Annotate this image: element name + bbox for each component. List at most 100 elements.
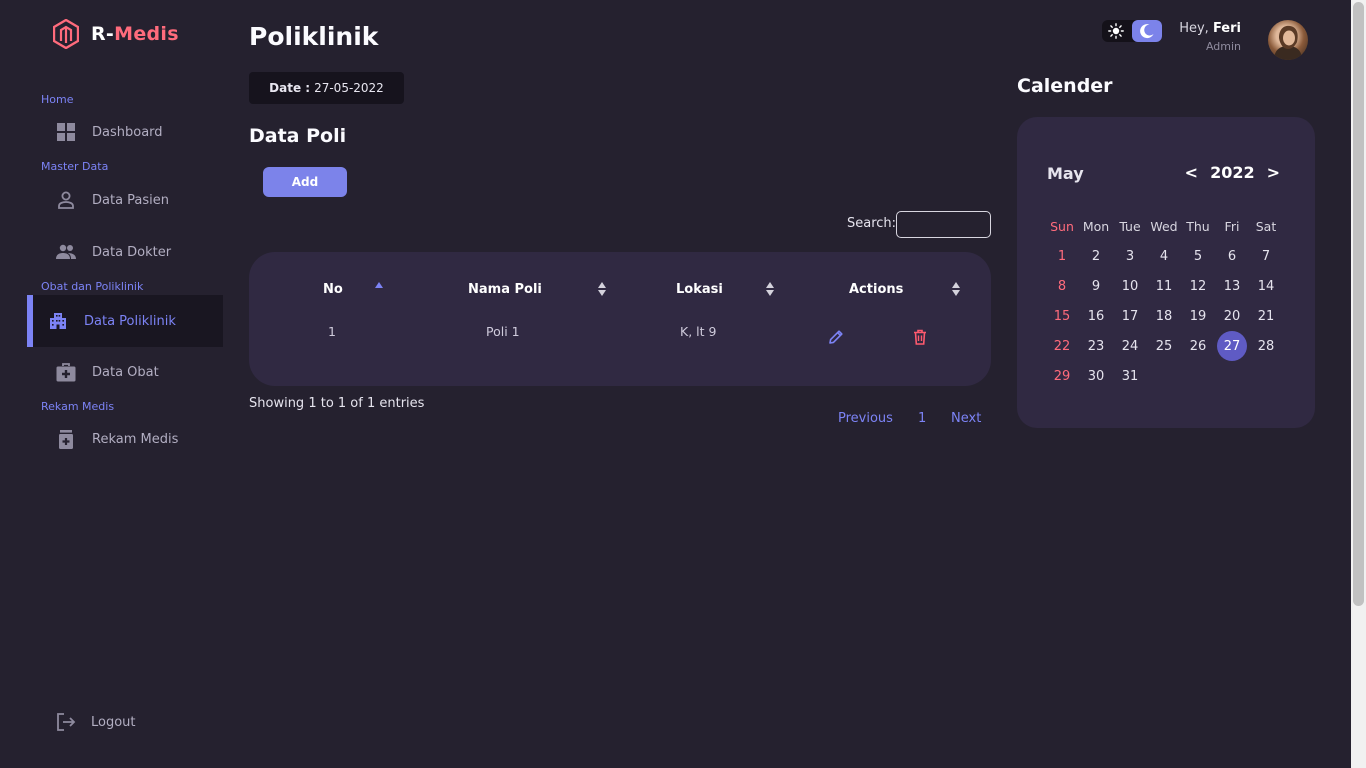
search-label: Search: (847, 216, 897, 231)
calendar-day[interactable]: 11 (1147, 271, 1181, 301)
avatar[interactable] (1268, 20, 1308, 60)
sidebar-item-label: Data Pasien (92, 192, 170, 208)
user-role: Admin (1205, 40, 1241, 53)
brand-logo[interactable]: R-Medis (53, 19, 179, 49)
calendar-day[interactable]: 25 (1147, 331, 1181, 361)
calendar-day[interactable]: 17 (1113, 301, 1147, 331)
date-label: Date : (269, 81, 311, 95)
column-header-actions[interactable]: Actions (849, 282, 903, 297)
sidebar: R-Medis Home Dashboard Master Data Data … (0, 0, 236, 768)
calendar-day[interactable]: 6 (1215, 241, 1249, 271)
calendar-weekday: Fri (1224, 218, 1240, 234)
brand-name: R-Medis (91, 23, 179, 45)
sort-asc-icon[interactable] (375, 282, 383, 288)
users-icon (56, 242, 76, 262)
section-obat-poliklinik: Obat dan Poliklinik (41, 280, 144, 293)
section-title: Data Poli (249, 125, 347, 147)
page-title: Poliklinik (249, 22, 379, 51)
sidebar-item-label: Data Obat (92, 364, 159, 380)
calendar-day[interactable]: 23 (1079, 331, 1113, 361)
calendar-day[interactable]: 16 (1079, 301, 1113, 331)
calendar-day[interactable]: 22 (1045, 331, 1079, 361)
calendar-day[interactable]: 26 (1181, 331, 1215, 361)
calendar-day[interactable]: 5 (1181, 241, 1215, 271)
calendar-next-button[interactable]: > (1267, 163, 1280, 182)
calendar-day[interactable]: 21 (1249, 301, 1283, 331)
date-display: Date : 27-05-2022 (249, 72, 404, 104)
calendar-month: May (1047, 164, 1084, 183)
sidebar-item-data-obat[interactable]: Data Obat (27, 346, 223, 398)
medicine-icon (56, 429, 76, 449)
sidebar-item-label: Data Poliklinik (84, 313, 176, 329)
pagination-next[interactable]: Next (951, 411, 981, 426)
data-table: No Nama Poli Lokasi Actions 1 Poli 1 K, … (249, 252, 991, 386)
entries-info: Showing 1 to 1 of 1 entries (249, 396, 425, 411)
moon-toggle[interactable] (1132, 20, 1162, 42)
logout-icon (57, 713, 76, 731)
section-rekam-medis: Rekam Medis (41, 400, 115, 413)
scrollbar[interactable] (1351, 0, 1366, 768)
add-button[interactable]: Add (263, 167, 347, 197)
sort-icon[interactable] (598, 282, 606, 296)
column-header-lokasi[interactable]: Lokasi (676, 282, 723, 297)
sidebar-item-data-poliklinik[interactable]: Data Poliklinik (27, 295, 223, 347)
cell-lokasi: K, lt 9 (680, 324, 717, 339)
theme-toggle[interactable] (1102, 20, 1162, 42)
calendar-day[interactable]: 28 (1249, 331, 1283, 361)
moon-icon (1140, 24, 1154, 39)
column-header-nama-poli[interactable]: Nama Poli (468, 282, 542, 297)
calendar-day[interactable]: 19 (1181, 301, 1215, 331)
search-input[interactable] (896, 211, 991, 238)
delete-icon[interactable] (911, 328, 929, 346)
building-icon (48, 311, 68, 331)
calendar-year: 2022 (1210, 163, 1255, 182)
calendar-day[interactable]: 8 (1045, 271, 1079, 301)
sidebar-item-dashboard[interactable]: Dashboard (27, 106, 223, 158)
calendar-day[interactable]: 3 (1113, 241, 1147, 271)
calendar-weekday: Thu (1186, 218, 1210, 234)
calendar-day[interactable]: 20 (1215, 301, 1249, 331)
sidebar-item-label: Dashboard (92, 124, 163, 140)
calendar-day[interactable]: 30 (1079, 361, 1113, 391)
calendar-day[interactable]: 1 (1045, 241, 1079, 271)
sidebar-item-data-pasien[interactable]: Data Pasien (27, 174, 223, 226)
pagination-previous[interactable]: Previous (838, 411, 893, 426)
sidebar-item-data-dokter[interactable]: Data Dokter (27, 226, 223, 278)
calendar-day[interactable]: 18 (1147, 301, 1181, 331)
calendar-day[interactable]: 4 (1147, 241, 1181, 271)
sun-icon[interactable] (1108, 23, 1124, 39)
calendar-weekday: Wed (1150, 218, 1178, 234)
calendar-day[interactable]: 13 (1215, 271, 1249, 301)
sidebar-item-rekam-medis[interactable]: Rekam Medis (27, 413, 223, 465)
sort-icon[interactable] (766, 282, 774, 296)
column-header-no[interactable]: No (323, 282, 343, 297)
calendar-day[interactable]: 15 (1045, 301, 1079, 331)
calendar-day[interactable]: 12 (1181, 271, 1215, 301)
calendar-day[interactable]: 29 (1045, 361, 1079, 391)
calendar-day[interactable]: 10 (1113, 271, 1147, 301)
sidebar-item-label: Data Dokter (92, 244, 172, 260)
pagination-page[interactable]: 1 (918, 411, 926, 426)
cell-nama-poli: Poli 1 (486, 324, 520, 339)
calendar-widget: May < 2022 > Sun Mon Tue Wed Thu Fri Sat 1 2 3 4 5 6… (1017, 117, 1315, 428)
scrollbar-thumb[interactable] (1353, 2, 1364, 606)
calendar-prev-button[interactable]: < (1185, 163, 1198, 182)
calendar-day[interactable]: 9 (1079, 271, 1113, 301)
calendar-day[interactable]: 24 (1113, 331, 1147, 361)
date-value: 27-05-2022 (314, 81, 384, 95)
calendar-day[interactable]: 14 (1249, 271, 1283, 301)
sidebar-item-label: Rekam Medis (92, 431, 179, 447)
sort-icon[interactable] (952, 282, 960, 296)
edit-icon[interactable] (827, 328, 845, 346)
calendar-day-today[interactable]: 27 (1215, 331, 1249, 361)
logout-button[interactable]: Logout (56, 712, 136, 732)
logout-label: Logout (91, 714, 136, 730)
medkit-icon (56, 362, 76, 382)
logo-icon (53, 19, 79, 49)
section-master-data: Master Data (41, 160, 109, 173)
calendar-day[interactable]: 2 (1079, 241, 1113, 271)
user-name: Feri (1212, 21, 1241, 36)
calendar-day[interactable]: 31 (1113, 361, 1147, 391)
calendar-day[interactable]: 7 (1249, 241, 1283, 271)
calendar-title: Calender (1017, 75, 1113, 97)
